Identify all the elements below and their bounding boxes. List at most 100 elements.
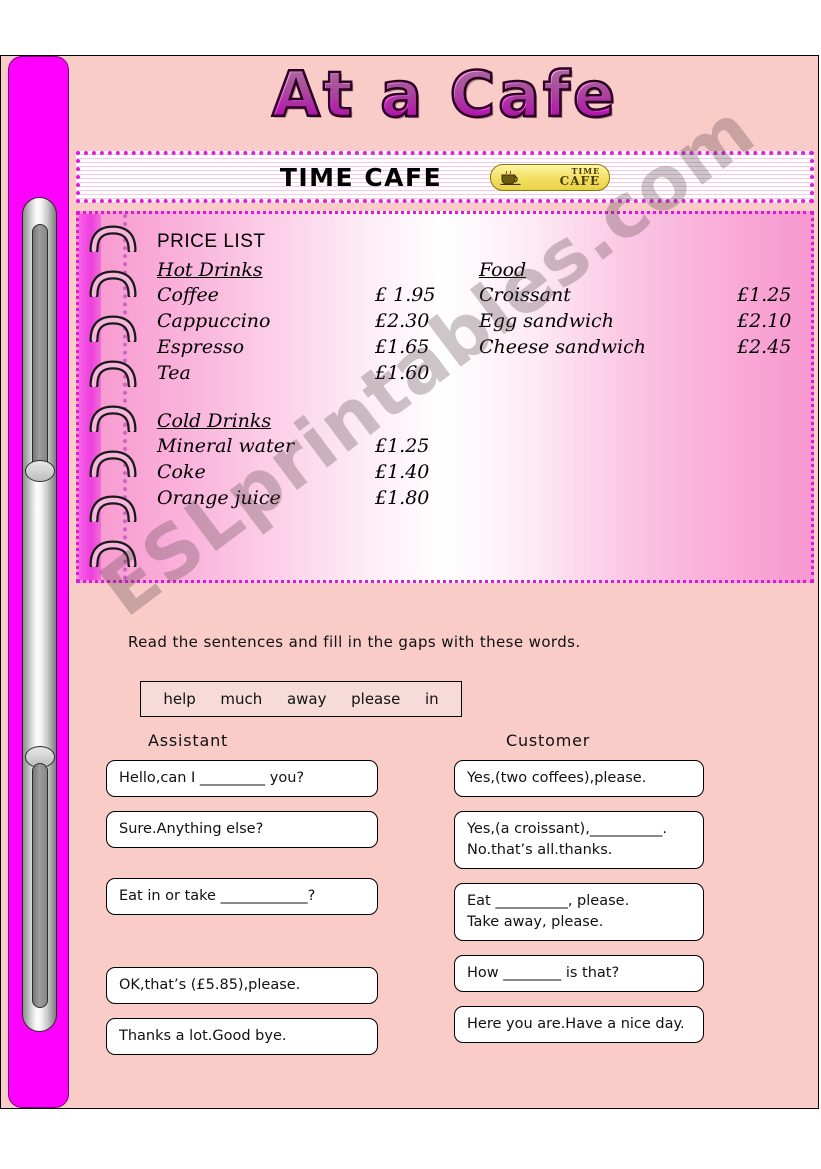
menu-item-price: £1.25 bbox=[737, 284, 792, 306]
binder-clasp bbox=[22, 197, 57, 1032]
dialogue-line: Eat in or take ____________? bbox=[119, 888, 316, 905]
dialogue-line: Take away, please. bbox=[467, 914, 604, 931]
menu-item-row: Cappuccino £2.30 bbox=[157, 308, 447, 334]
assistant-column-label: Assistant bbox=[148, 731, 229, 750]
menu-item-price: £2.30 bbox=[375, 310, 430, 333]
menu-item-name: Tea bbox=[157, 362, 191, 385]
spiral-ring bbox=[89, 540, 137, 567]
menu-item-name: Orange juice bbox=[157, 487, 281, 510]
word-bank-item-much[interactable]: much bbox=[220, 690, 262, 708]
customer-dialogue-box-5[interactable]: Here you are.Have a nice day. bbox=[454, 1006, 704, 1044]
clasp-slot-top bbox=[32, 224, 48, 474]
cafe-name: TIME CAFE bbox=[279, 162, 443, 192]
customer-dialogue-box-1[interactable]: Yes,(two coffees),please. bbox=[454, 760, 704, 798]
menu-item-name: Egg sandwich bbox=[479, 310, 614, 333]
menu-item-price: £1.40 bbox=[375, 461, 430, 484]
spiral-ring bbox=[89, 360, 137, 387]
menu-item-row: Orange juice £1.80 bbox=[157, 485, 447, 511]
spiral-ring bbox=[89, 270, 137, 297]
menu-item-name: Cheese sandwich bbox=[479, 336, 646, 359]
menu-item-price: £1.60 bbox=[375, 362, 430, 385]
word-bank-item-please[interactable]: please bbox=[351, 690, 400, 708]
assistant-dialogue-box-1[interactable]: Hello,can I _________ you? bbox=[106, 760, 378, 798]
page-title-container: At a Cafe bbox=[70, 58, 818, 131]
worksheet-page: At a Cafe TIME CAFE TIME CAFE PRICE LIST… bbox=[0, 55, 819, 1109]
customer-dialogue-box-4[interactable]: How ________ is that? bbox=[454, 955, 704, 993]
menu-item-row: Coke £1.40 bbox=[157, 459, 447, 485]
dialogue-line: Thanks a lot.Good bye. bbox=[119, 1028, 287, 1045]
word-bank: help much away please in bbox=[140, 681, 462, 717]
dialogue-column-assistant: Assistant Hello,can I _________ you? Sur… bbox=[106, 731, 378, 1056]
spiral-ring bbox=[89, 225, 137, 252]
customer-dialogue-box-3[interactable]: Eat __________, please. Take away, pleas… bbox=[454, 883, 704, 942]
menu-item-row: Tea £1.60 bbox=[157, 360, 447, 386]
menu-section-cold-drinks: Cold Drinks Mineral water £1.25 Coke £1.… bbox=[157, 410, 447, 511]
assistant-dialogue-box-5[interactable]: Thanks a lot.Good bye. bbox=[106, 1018, 378, 1056]
dialogue-line: Sure.Anything else? bbox=[119, 821, 264, 838]
assistant-dialogue-box-2[interactable]: Sure.Anything else? bbox=[106, 811, 378, 849]
menu-section-food: Food Croissant £1.25 Egg sandwich £2.10 … bbox=[479, 259, 799, 360]
customer-column-label: Customer bbox=[506, 731, 591, 750]
menu-column-drinks: Hot Drinks Coffee £ 1.95 Cappuccino £2.3… bbox=[157, 259, 447, 511]
menu-section-heading: Cold Drinks bbox=[157, 410, 272, 433]
menu-item-row: Mineral water £1.25 bbox=[157, 433, 447, 459]
word-bank-item-help[interactable]: help bbox=[163, 690, 195, 708]
spiral-ring bbox=[89, 450, 137, 477]
menu-item-row: Croissant £1.25 bbox=[479, 282, 799, 308]
menu-column-food: Food Croissant £1.25 Egg sandwich £2.10 … bbox=[479, 259, 799, 360]
menu-item-price: £2.10 bbox=[737, 310, 792, 333]
spiral-ring bbox=[89, 315, 137, 342]
price-list-title: PRICE LIST bbox=[157, 231, 266, 252]
menu-item-name: Coke bbox=[157, 461, 206, 484]
menu-item-price: £2.45 bbox=[737, 336, 792, 359]
spiral-ring bbox=[89, 495, 137, 522]
menu-item-row: Espresso £1.65 bbox=[157, 334, 447, 360]
menu-item-name: Croissant bbox=[479, 284, 571, 306]
dialogue-line: Yes,(two coffees),please. bbox=[467, 770, 647, 786]
clasp-ring-top bbox=[25, 460, 55, 482]
menu-item-row: Egg sandwich £2.10 bbox=[479, 308, 799, 334]
menu-section-heading: Hot Drinks bbox=[157, 259, 263, 281]
dialogue-line: No.that’s all.thanks. bbox=[467, 842, 613, 859]
assistant-dialogue-box-3[interactable]: Eat in or take ____________? bbox=[106, 878, 378, 916]
menu-item-name: Mineral water bbox=[157, 435, 295, 458]
menu-item-price: £1.80 bbox=[375, 487, 430, 510]
menu-item-row: Cheese sandwich £2.45 bbox=[479, 334, 799, 360]
dialogue-line: How ________ is that? bbox=[467, 965, 620, 982]
spiral-ring bbox=[89, 405, 137, 432]
page-title: At a Cafe bbox=[271, 58, 618, 131]
dialogue-column-customer: Customer Yes,(two coffees),please. Yes,(… bbox=[454, 731, 704, 1044]
word-bank-item-in[interactable]: in bbox=[425, 690, 439, 708]
page-content: At a Cafe TIME CAFE TIME CAFE PRICE LIST… bbox=[70, 56, 818, 1108]
menu-item-price: £1.65 bbox=[375, 336, 430, 359]
menu-item-name: Espresso bbox=[157, 336, 245, 359]
assistant-dialogue-box-4[interactable]: OK,that’s (£5.85),please. bbox=[106, 967, 378, 1005]
menu-item-name: Coffee bbox=[157, 284, 219, 306]
instruction-text: Read the sentences and fill in the gaps … bbox=[128, 633, 581, 651]
menu-section-spacer bbox=[157, 386, 447, 410]
menu-section-hot-drinks: Hot Drinks Coffee £ 1.95 Cappuccino £2.3… bbox=[157, 259, 447, 386]
dialogue-line: Eat __________, please. bbox=[467, 893, 630, 910]
menu-item-price: £1.25 bbox=[375, 435, 430, 458]
dialogue-line: Hello,can I _________ you? bbox=[119, 770, 305, 786]
menu-section-heading: Food bbox=[479, 259, 527, 281]
dialogue-line: OK,that’s (£5.85),please. bbox=[119, 977, 301, 994]
word-bank-item-away[interactable]: away bbox=[287, 690, 327, 708]
clasp-slot-bottom bbox=[32, 763, 48, 1008]
menu-item-price: £ 1.95 bbox=[375, 284, 436, 306]
customer-dialogue-box-2[interactable]: Yes,(a croissant),__________. No.that’s … bbox=[454, 811, 704, 870]
cafe-logo-line2: CAFE bbox=[559, 174, 601, 188]
dialogue-line: Yes,(a croissant),__________. bbox=[467, 821, 667, 838]
coffee-cup-icon bbox=[500, 170, 521, 185]
menu-item-row: Coffee £ 1.95 bbox=[157, 282, 447, 308]
binder-spine bbox=[8, 56, 69, 1108]
